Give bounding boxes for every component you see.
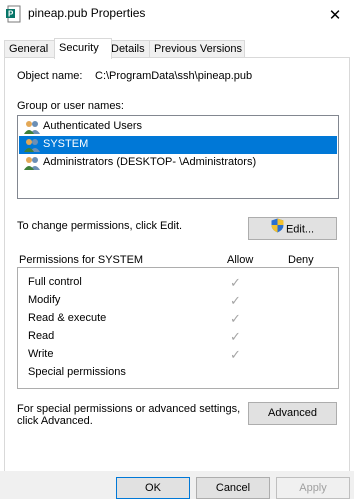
list-item-label: Administrators (DESKTOP- \Administrators…	[43, 156, 257, 168]
allow-check-icon: ✓	[230, 347, 241, 362]
list-item-label: SYSTEM	[43, 138, 89, 150]
object-name-value: C:\ProgramData\ssh\pineap.pub	[95, 70, 253, 82]
shield-icon	[271, 218, 284, 241]
ok-button[interactable]: OK	[116, 477, 190, 499]
permission-name: Full control	[28, 276, 82, 288]
permission-name: Special permissions	[28, 366, 126, 378]
svg-text:P: P	[8, 10, 14, 19]
allow-column-header: Allow	[227, 254, 254, 266]
tab-label: General	[9, 43, 49, 55]
edit-button[interactable]: Edit...	[248, 217, 337, 240]
permission-row-read: Read ✓	[28, 328, 328, 346]
cancel-button[interactable]: Cancel	[196, 477, 270, 499]
allow-check-icon: ✓	[230, 293, 241, 308]
publisher-file-icon: P	[6, 5, 22, 23]
tab-label: Security	[59, 42, 99, 54]
permissions-list: Full control ✓ Modify ✓ Read & execute ✓…	[17, 267, 339, 389]
edit-button-label: Edit...	[285, 223, 315, 236]
close-button[interactable]: ✕	[316, 0, 354, 30]
tab-label: Details	[111, 43, 145, 55]
users-icon	[23, 137, 41, 153]
list-item-label: Authenticated Users	[43, 120, 143, 132]
deny-column-header: Deny	[288, 254, 314, 266]
permission-name: Read	[28, 330, 55, 342]
tab-details[interactable]: Details	[106, 40, 154, 57]
tab-label: Previous Versions	[154, 43, 243, 55]
apply-button[interactable]: Apply	[276, 477, 350, 499]
advanced-text-line2: click Advanced.	[17, 415, 93, 427]
allow-check-icon: ✓	[230, 329, 241, 344]
permission-name: Modify	[28, 294, 61, 306]
permission-row-full-control: Full control ✓	[28, 274, 328, 292]
permission-row-read-execute: Read & execute ✓	[28, 310, 328, 328]
allow-check-icon: ✓	[230, 311, 241, 326]
allow-check-icon: ✓	[230, 275, 241, 290]
change-permissions-text: To change permissions, click Edit.	[17, 220, 183, 232]
group-user-list[interactable]: Authenticated Users SYSTEM Administrator…	[17, 115, 339, 199]
permission-row-special: Special permissions	[28, 364, 328, 382]
tab-general[interactable]: General	[4, 40, 59, 57]
users-icon	[23, 119, 41, 135]
close-icon: ✕	[328, 7, 342, 24]
title-bar: P pineap.pub Properties ✕	[0, 0, 354, 30]
list-item-system[interactable]: SYSTEM	[19, 136, 337, 154]
list-item-authenticated-users[interactable]: Authenticated Users	[19, 118, 337, 136]
list-item-administrators[interactable]: Administrators (DESKTOP- \Administrators…	[19, 154, 337, 172]
group-names-label: Group or user names:	[17, 100, 124, 112]
advanced-text-line1: For special permissions or advanced sett…	[17, 403, 241, 415]
permission-name: Write	[28, 348, 54, 360]
permissions-for-label: Permissions for SYSTEM	[19, 254, 144, 266]
permission-row-write: Write ✓	[28, 346, 328, 364]
users-icon	[23, 155, 41, 171]
advanced-button[interactable]: Advanced	[248, 402, 337, 425]
tab-security[interactable]: Security	[54, 38, 112, 59]
tab-previous-versions[interactable]: Previous Versions	[149, 40, 245, 57]
permission-row-modify: Modify ✓	[28, 292, 328, 310]
permission-name: Read & execute	[28, 312, 107, 324]
window-title: pineap.pub Properties	[28, 6, 146, 20]
object-name-label: Object name:	[17, 70, 83, 82]
